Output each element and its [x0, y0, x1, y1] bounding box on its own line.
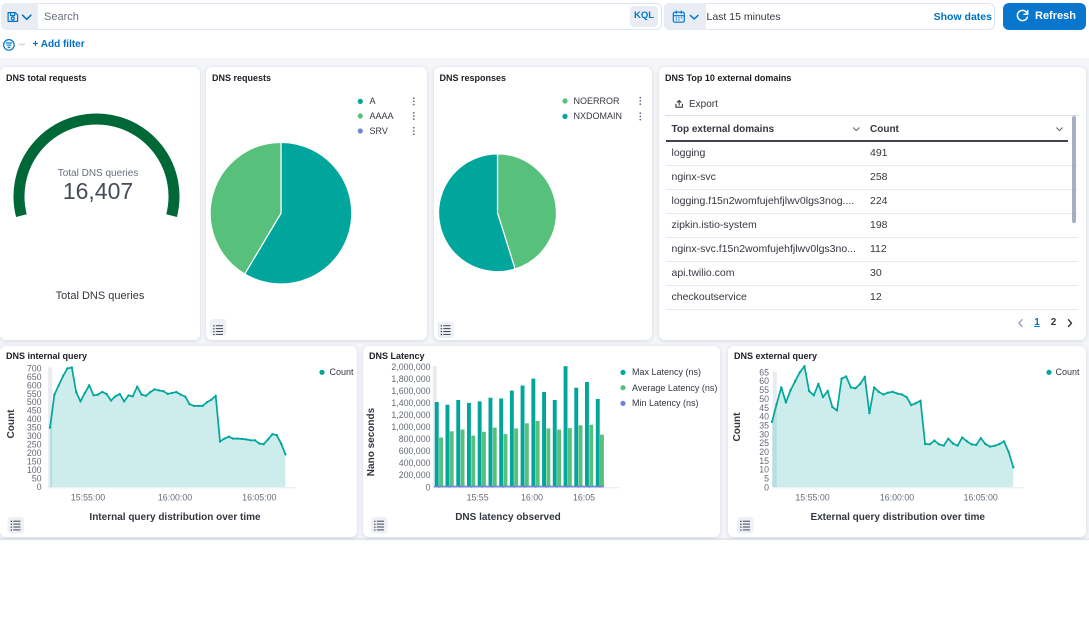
svg-text:0: 0 [426, 482, 431, 492]
svg-text:20: 20 [759, 447, 769, 457]
svg-text:45: 45 [759, 403, 769, 413]
svg-text:25: 25 [759, 438, 769, 448]
svg-text:1,000,000: 1,000,000 [391, 422, 430, 432]
svg-text:1,200,000: 1,200,000 [391, 410, 430, 420]
svg-text:15:55:00: 15:55:00 [71, 493, 105, 503]
svg-text:16:05:00: 16:05:00 [964, 493, 998, 503]
svg-text:400,000: 400,000 [399, 458, 431, 468]
svg-text:10: 10 [759, 465, 769, 475]
svg-text:16:05: 16:05 [573, 493, 595, 503]
svg-text:16:00: 16:00 [521, 493, 543, 503]
svg-text:55: 55 [759, 385, 769, 395]
svg-text:0: 0 [764, 482, 769, 492]
svg-text:2,000,000: 2,000,000 [391, 362, 430, 372]
svg-text:600,000: 600,000 [399, 446, 431, 456]
svg-text:65: 65 [759, 367, 769, 377]
svg-text:15:55:00: 15:55:00 [795, 493, 829, 503]
svg-text:5: 5 [764, 474, 769, 484]
svg-text:200: 200 [27, 448, 42, 458]
svg-text:15:55: 15:55 [467, 493, 489, 503]
svg-text:1,600,000: 1,600,000 [391, 386, 430, 396]
svg-text:15: 15 [759, 456, 769, 466]
svg-text:50: 50 [759, 394, 769, 404]
svg-text:30: 30 [759, 429, 769, 439]
svg-text:1,400,000: 1,400,000 [391, 398, 430, 408]
svg-text:800,000: 800,000 [399, 434, 431, 444]
svg-text:200,000: 200,000 [399, 470, 431, 480]
svg-text:700: 700 [27, 363, 42, 373]
svg-text:1,800,000: 1,800,000 [391, 374, 430, 384]
svg-text:16:05:00: 16:05:00 [242, 493, 276, 503]
svg-text:40: 40 [759, 412, 769, 422]
svg-text:60: 60 [759, 376, 769, 386]
svg-text:16:00:00: 16:00:00 [880, 493, 914, 503]
svg-text:16:00:00: 16:00:00 [158, 493, 192, 503]
svg-text:35: 35 [759, 420, 769, 430]
